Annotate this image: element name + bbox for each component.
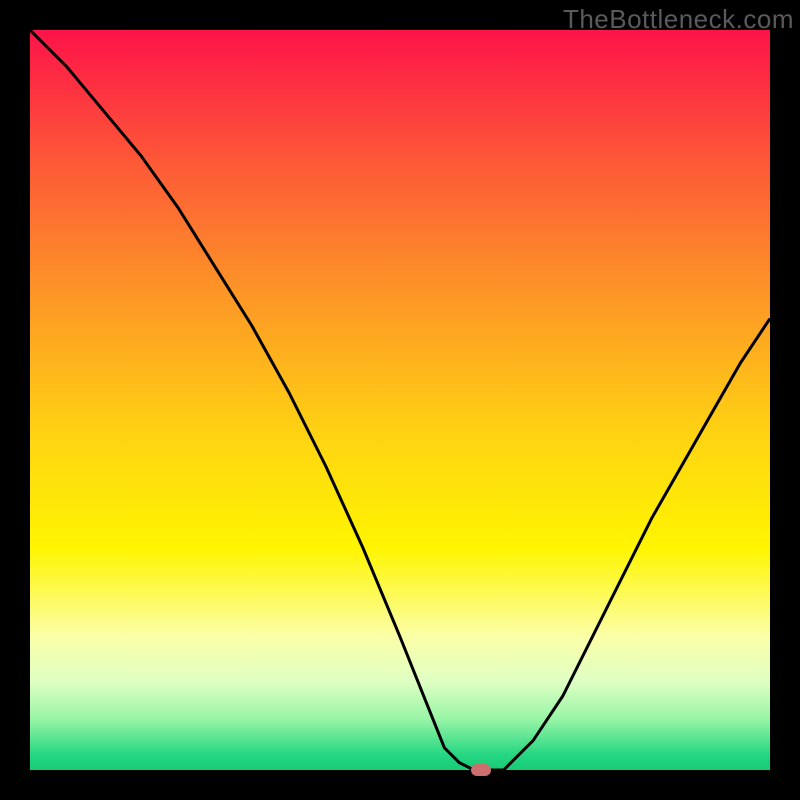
plot-area — [30, 30, 770, 770]
watermark-text: TheBottleneck.com — [563, 4, 794, 35]
bottleneck-curve — [30, 30, 770, 770]
optimal-marker — [471, 764, 491, 776]
